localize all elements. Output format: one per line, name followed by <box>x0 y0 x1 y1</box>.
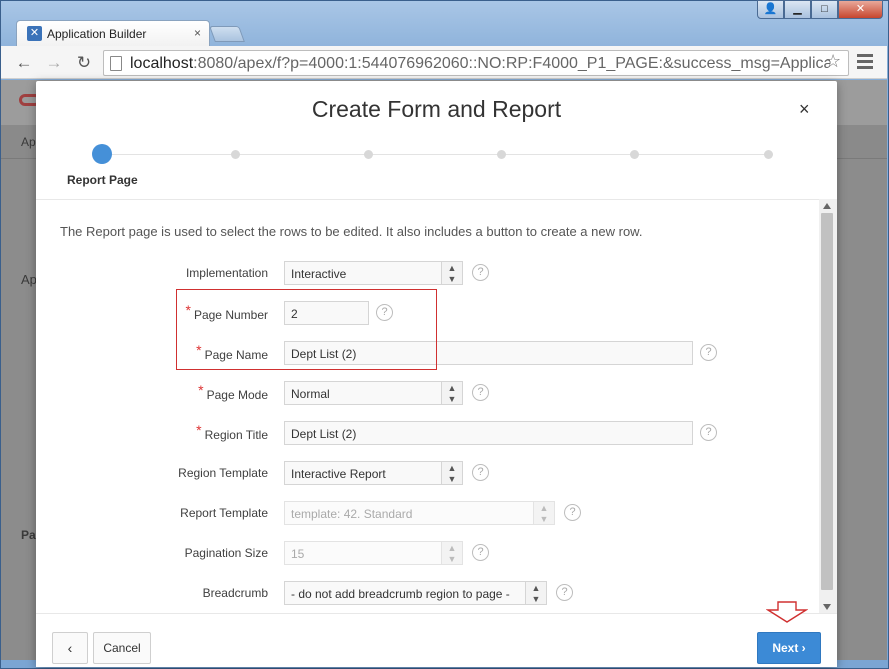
tab-title: Application Builder <box>47 27 147 41</box>
scroll-down-icon[interactable] <box>823 604 831 610</box>
page-mode-row: * Page Mode Normal ▲ ▼ ? <box>36 381 821 405</box>
dialog-body: The Report page is used to select the ro… <box>36 199 821 613</box>
forward-icon[interactable]: → <box>43 52 65 74</box>
step-label: Report Page <box>67 173 138 187</box>
step-1-dot <box>92 144 112 164</box>
page-mode-label: * Page Mode <box>198 382 268 402</box>
help-icon[interactable]: ? <box>564 504 581 521</box>
step-4-dot <box>497 150 506 159</box>
chevron-updown-icon[interactable]: ▲ ▼ <box>441 461 463 485</box>
step-6-dot <box>764 150 773 159</box>
next-button[interactable]: Next › <box>757 632 821 664</box>
intro-text: The Report page is used to select the ro… <box>60 224 643 239</box>
region-title-input[interactable]: Dept List (2) <box>284 421 693 445</box>
new-tab-button[interactable] <box>209 26 245 42</box>
help-icon[interactable]: ? <box>556 584 573 601</box>
annotation-highlight-box <box>176 289 437 370</box>
back-icon[interactable]: ← <box>13 52 35 74</box>
tab-close-icon[interactable]: × <box>194 26 201 40</box>
maximize-button[interactable]: □ <box>811 0 838 19</box>
pagination-size-row: Pagination Size 15 ▲ ▼ ? <box>36 541 821 565</box>
chevron-updown-icon[interactable]: ▲ ▼ <box>441 261 463 285</box>
pagination-size-label: Pagination Size <box>184 546 268 560</box>
help-icon[interactable]: ? <box>472 544 489 561</box>
browser-toolbar: ← → ↻ localhost:8080/apex/f?p=4000:1:544… <box>1 46 887 79</box>
step-5-dot <box>630 150 639 159</box>
url-path: :8080/apex/f?p=4000:1:544076962060::NO:R… <box>193 55 830 72</box>
report-template-row: Report Template template: 42. Standard ▲… <box>36 501 821 525</box>
help-icon[interactable]: ? <box>472 264 489 281</box>
region-template-select[interactable]: Interactive Report <box>284 461 442 485</box>
wizard-progress: Report Page <box>36 141 837 191</box>
required-marker: * <box>196 422 202 438</box>
next-button-label: Next <box>772 641 799 655</box>
report-template-select[interactable]: template: 42. Standard <box>284 501 534 525</box>
address-bar[interactable]: localhost:8080/apex/f?p=4000:1:544076962… <box>103 50 849 76</box>
apex-favicon-icon: ✕ <box>27 26 42 41</box>
breadcrumb-select[interactable]: - do not add breadcrumb region to page - <box>284 581 526 605</box>
chrome-menu-icon[interactable] <box>857 54 873 70</box>
required-marker: * <box>198 382 204 398</box>
minimize-button[interactable]: ▁ <box>784 0 811 19</box>
chevron-updown-icon[interactable]: ▲ ▼ <box>533 501 555 525</box>
region-title-row: * Region Title Dept List (2) ? <box>36 421 821 445</box>
step-3-dot <box>364 150 373 159</box>
page-mode-label-text: Page Mode <box>206 388 268 402</box>
pagination-size-select[interactable]: 15 <box>284 541 442 565</box>
dialog-close-icon[interactable]: × <box>799 99 810 120</box>
region-template-label: Region Template <box>178 466 268 480</box>
implementation-select[interactable]: Interactive <box>284 261 442 285</box>
implementation-label: Implementation <box>185 266 268 280</box>
help-icon[interactable]: ? <box>472 464 489 481</box>
chevron-updown-icon[interactable]: ▲ ▼ <box>441 541 463 565</box>
help-icon[interactable]: ? <box>700 344 717 361</box>
chevron-right-icon: › <box>801 641 806 655</box>
page-mode-select[interactable]: Normal <box>284 381 442 405</box>
step-2-dot <box>231 150 240 159</box>
bookmark-star-icon[interactable]: ☆ <box>825 51 841 72</box>
background-text-2: Pa <box>21 528 36 542</box>
url-text[interactable]: localhost:8080/apex/f?p=4000:1:544076962… <box>130 55 830 73</box>
dialog-footer: ‹ Cancel Next › <box>36 613 837 667</box>
annotation-down-arrow-icon <box>766 601 808 623</box>
browser-tab[interactable]: ✕ Application Builder × <box>16 20 210 46</box>
chevron-updown-icon[interactable]: ▲ ▼ <box>441 381 463 405</box>
close-window-button[interactable]: ✕ <box>838 0 883 19</box>
reload-icon[interactable]: ↻ <box>73 52 95 74</box>
help-icon[interactable]: ? <box>700 424 717 441</box>
region-template-row: Region Template Interactive Report ▲ ▼ ? <box>36 461 821 485</box>
cancel-button[interactable]: Cancel <box>93 632 151 664</box>
background-text: Ap <box>21 272 37 287</box>
dialog-title: Create Form and Report <box>311 96 562 122</box>
window-controls: 👤 ▁ □ ✕ <box>757 0 883 20</box>
previous-button[interactable]: ‹ <box>52 632 88 664</box>
help-icon[interactable]: ? <box>472 384 489 401</box>
progress-line <box>102 154 770 155</box>
region-title-label-text: Region Title <box>204 428 268 442</box>
implementation-row: Implementation Interactive ▲ ▼ ? <box>36 261 821 285</box>
breadcrumb-row: Breadcrumb - do not add breadcrumb regio… <box>36 581 821 605</box>
page-icon <box>110 56 122 71</box>
url-host: localhost <box>130 55 194 72</box>
scroll-thumb[interactable] <box>821 213 833 590</box>
report-template-label: Report Template <box>180 506 268 520</box>
breadcrumb-label: Breadcrumb <box>202 586 268 600</box>
create-form-dialog: Create Form and Report × Report Page The… <box>36 81 837 667</box>
profile-icon[interactable]: 👤 <box>757 0 784 19</box>
scroll-up-icon[interactable] <box>823 203 831 209</box>
region-title-label: * Region Title <box>196 422 268 442</box>
chevron-updown-icon[interactable]: ▲ ▼ <box>525 581 547 605</box>
dialog-scrollbar[interactable] <box>819 199 837 613</box>
